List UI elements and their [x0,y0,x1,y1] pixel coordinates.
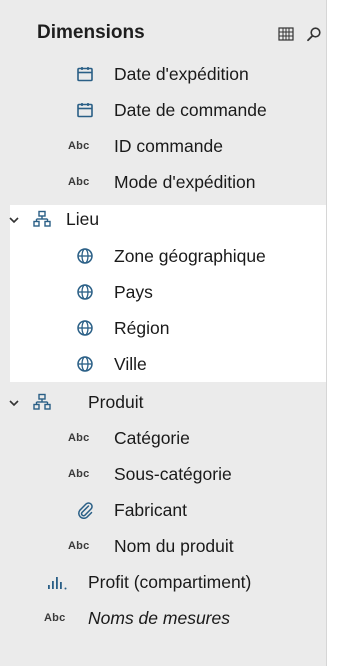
field-label: Mode d'expédition [114,172,256,192]
globe-icon [77,320,93,336]
field-label: Profit (compartiment) [88,572,252,592]
field-label: Lieu [66,209,100,229]
chevron-down-icon[interactable] [9,399,19,407]
abc-icon: Abc [68,176,90,188]
field-date-expedition[interactable]: Date d'expédition [0,56,326,92]
field-sous-categorie[interactable]: Abc Sous-catégorie [0,456,326,492]
field-noms-de-mesures[interactable]: Abc Noms de mesures [0,600,326,636]
field-categorie[interactable]: Abc Catégorie [0,420,326,456]
field-region[interactable]: Région [0,310,326,346]
hierarchy-icon [33,393,51,410]
field-ville[interactable]: Ville [0,346,326,382]
calendar-icon [77,103,93,118]
search-icon[interactable] [306,26,322,42]
dimensions-pane: Dimensions Date d'expédition Date de com… [0,0,326,666]
field-id-commande[interactable]: Abc ID commande [0,128,326,164]
field-nom-produit[interactable]: Abc Nom du produit [0,528,326,564]
field-label: Région [114,318,170,338]
field-label: Date de commande [114,100,267,120]
field-date-commande[interactable]: Date de commande [0,92,326,128]
hierarchy-icon [33,210,51,227]
field-label: Catégorie [114,428,190,448]
panel-title: Dimensions [37,22,145,43]
field-label: Noms de mesures [88,608,230,628]
pane-edge [326,0,337,666]
abc-icon: Abc [68,140,90,152]
field-label: Nom du produit [114,536,234,556]
abc-icon: Abc [68,432,90,444]
globe-icon [77,284,93,300]
field-label: Fabricant [114,500,187,520]
chevron-down-icon[interactable] [9,216,19,224]
field-profit-compartiment[interactable]: Profit (compartiment) [0,564,326,600]
grid-view-icon[interactable] [278,26,294,42]
field-mode-expedition[interactable]: Abc Mode d'expédition [0,164,326,200]
globe-icon [77,248,93,264]
bin-histogram-icon [48,577,67,590]
dimensions-header: Dimensions [0,18,326,52]
hierarchy-lieu[interactable]: Lieu [0,201,326,237]
abc-icon: Abc [68,468,90,480]
field-label: Zone géographique [114,246,266,266]
field-label: Produit [88,392,144,412]
field-label: ID commande [114,136,223,156]
hierarchy-produit[interactable]: Produit [0,384,326,420]
field-pays[interactable]: Pays [0,274,326,310]
globe-icon [77,356,93,372]
field-fabricant[interactable]: Fabricant [0,492,326,528]
field-label: Date d'expédition [114,64,249,84]
abc-icon: Abc [68,540,90,552]
field-zone-geographique[interactable]: Zone géographique [0,238,326,274]
field-label: Pays [114,282,153,302]
paperclip-icon [78,502,93,519]
field-label: Ville [114,354,147,374]
field-label: Sous-catégorie [114,464,232,484]
calendar-icon [77,67,93,82]
abc-icon: Abc [44,612,66,624]
